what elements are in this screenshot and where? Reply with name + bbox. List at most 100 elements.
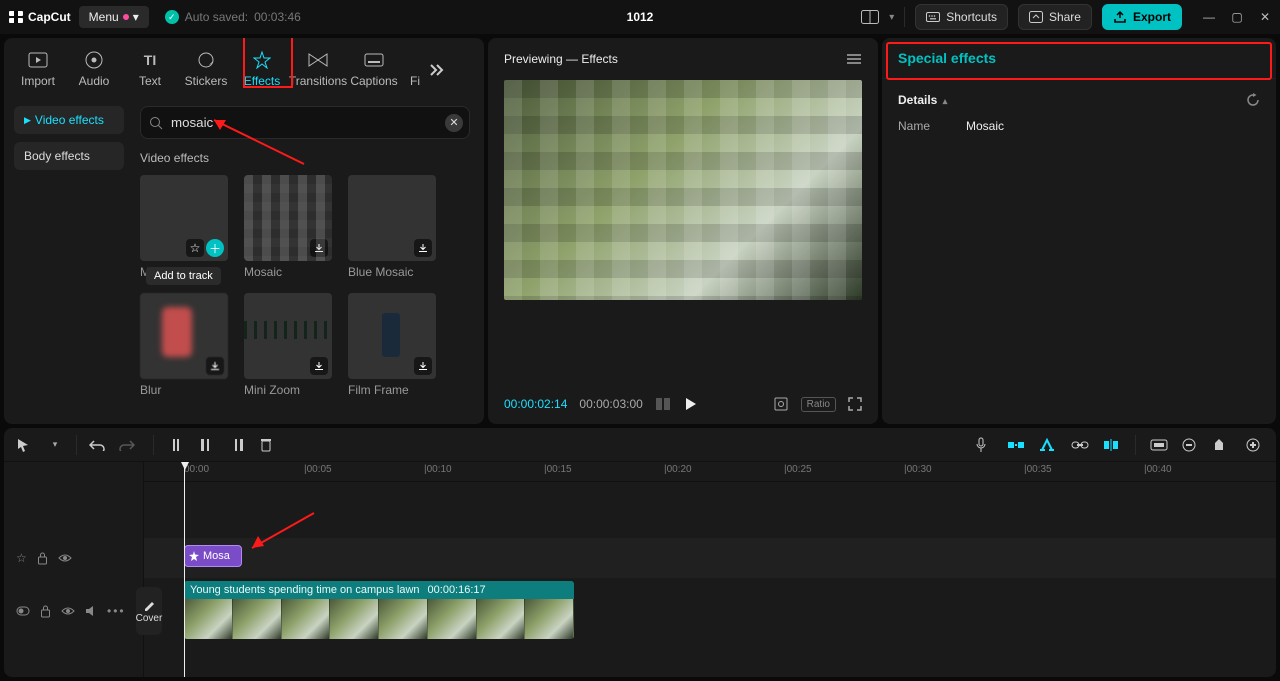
undo-button[interactable] <box>89 439 107 451</box>
auto-snap-icon[interactable] <box>1039 438 1057 452</box>
playhead[interactable] <box>184 462 185 677</box>
cursor-tool-icon[interactable] <box>16 438 34 452</box>
visibility-track-icon[interactable] <box>58 553 72 563</box>
maximize-button[interactable]: ▢ <box>1230 10 1244 24</box>
toggle-track-icon[interactable] <box>16 606 30 616</box>
effect-item-blue-mosaic[interactable]: Blue Mosaic <box>348 175 436 279</box>
ruler-tick: |00:30 <box>904 464 932 475</box>
share-icon <box>1029 11 1043 23</box>
tab-text[interactable]: TI Text <box>122 44 178 96</box>
effect-item-mini-zoom[interactable]: Mini Zoom <box>244 293 332 397</box>
tab-import[interactable]: Import <box>10 44 66 96</box>
project-title[interactable]: 1012 <box>627 10 654 24</box>
shortcuts-button[interactable]: Shortcuts <box>915 4 1008 30</box>
autosave-time: 00:03:46 <box>254 10 301 24</box>
split-button[interactable] <box>170 438 188 452</box>
close-button[interactable]: ✕ <box>1258 10 1272 24</box>
link-toggle-icon[interactable] <box>1071 440 1089 450</box>
favorite-button[interactable]: ☆ <box>186 239 204 257</box>
zoom-out-button[interactable] <box>1182 438 1200 452</box>
share-button[interactable]: Share <box>1018 4 1092 30</box>
download-button[interactable] <box>414 239 432 257</box>
mic-button[interactable] <box>975 437 993 453</box>
sidebar-item-video-effects[interactable]: ▶ Video effects <box>14 106 124 134</box>
tab-filters[interactable]: Fi <box>402 44 428 96</box>
fullscreen-icon[interactable] <box>848 397 862 411</box>
download-button[interactable] <box>310 239 328 257</box>
video-track-lane[interactable]: Young students spending time on campus l… <box>144 578 1276 644</box>
minimize-button[interactable]: — <box>1202 10 1216 24</box>
effect-item-film-frame[interactable]: Film Frame <box>348 293 436 397</box>
zoom-in-button[interactable] <box>1246 438 1264 452</box>
compare-icon[interactable] <box>655 397 671 411</box>
redo-button[interactable] <box>119 439 137 451</box>
preview-menu-button[interactable] <box>846 53 862 65</box>
layout-icon[interactable] <box>861 10 879 24</box>
tab-stickers[interactable]: Stickers <box>178 44 234 96</box>
tab-transitions[interactable]: Transitions <box>290 44 346 96</box>
zoom-slider-thumb-icon[interactable] <box>1214 438 1232 452</box>
property-value: Mosaic <box>966 119 1004 133</box>
download-button[interactable] <box>206 357 224 375</box>
inspector-panel: Special effects Details ▴ Name Mosaic <box>882 38 1276 424</box>
timeline-lanes[interactable]: 00:00 |00:05 |00:10 |00:15 |00:20 |00:25… <box>144 462 1276 677</box>
more-track-icon[interactable]: ••• <box>107 604 126 618</box>
check-icon: ✓ <box>165 10 179 24</box>
effect-item-blur[interactable]: Blur <box>140 293 228 397</box>
preview-canvas[interactable] <box>504 80 862 300</box>
track-gutter: ☆ ••• Cover <box>4 462 144 677</box>
capcut-logo-icon <box>8 9 24 25</box>
visibility-track-icon[interactable] <box>61 606 75 616</box>
effect-thumbnail <box>348 293 436 379</box>
preview-cut-icon[interactable] <box>1103 438 1121 452</box>
separator <box>153 435 154 455</box>
timeline-toolbar: ▾ <box>4 428 1276 462</box>
lock-track-icon[interactable] <box>37 552 48 565</box>
effect-thumbnail <box>244 175 332 261</box>
captions-icon <box>364 50 384 70</box>
inspector-title-text: Special effects <box>898 50 996 66</box>
tab-label: Stickers <box>185 74 228 88</box>
trim-right-button[interactable] <box>230 438 248 452</box>
favorite-track-icon[interactable]: ☆ <box>16 551 27 565</box>
clear-search-button[interactable]: ✕ <box>445 114 463 132</box>
download-button[interactable] <box>310 357 328 375</box>
tab-audio[interactable]: Audio <box>66 44 122 96</box>
fx-track-lane[interactable]: Mosa <box>144 538 1276 578</box>
download-button[interactable] <box>414 357 432 375</box>
effect-item-mosaic-2[interactable]: Mosaic <box>244 175 332 279</box>
video-track-controls: ••• Cover <box>4 578 143 644</box>
menu-button[interactable]: Menu ▾ <box>79 6 149 28</box>
effects-category-sidebar: ▶ Video effects Body effects <box>4 96 134 424</box>
sidebar-item-body-effects[interactable]: Body effects <box>14 142 124 170</box>
lock-track-icon[interactable] <box>40 605 51 618</box>
tool-dropdown-icon[interactable]: ▾ <box>46 439 64 450</box>
magnet-toggle-icon[interactable] <box>1007 439 1025 451</box>
export-button[interactable]: Export <box>1102 4 1182 30</box>
tab-effects[interactable]: Effects <box>234 44 290 96</box>
mute-track-icon[interactable] <box>85 605 97 617</box>
expand-preview-icon[interactable] <box>773 396 789 412</box>
video-clip[interactable]: Young students spending time on campus l… <box>184 581 574 639</box>
tabs-scroll-right[interactable] <box>428 63 456 77</box>
zoom-to-fit-icon[interactable] <box>1150 439 1168 451</box>
effect-item-mosaic[interactable]: ☆ ＋ Mosaic Add to track <box>140 175 228 279</box>
add-to-track-button[interactable]: ＋ <box>206 239 224 257</box>
caret-up-icon: ▴ <box>943 96 948 106</box>
chevron-down-icon[interactable]: ▾ <box>889 12 894 23</box>
delete-button[interactable] <box>260 438 278 452</box>
effects-search-input[interactable] <box>140 106 470 139</box>
reset-button[interactable] <box>1246 93 1260 107</box>
effect-thumbnail: ☆ ＋ <box>140 175 228 261</box>
ratio-button[interactable]: Ratio <box>801 397 836 412</box>
details-label[interactable]: Details ▴ <box>898 93 947 107</box>
fx-clip-mosaic[interactable]: Mosa <box>184 545 242 567</box>
play-button[interactable] <box>683 397 697 411</box>
separator <box>904 7 905 27</box>
shortcuts-label: Shortcuts <box>946 10 997 24</box>
clip-thumbnails <box>184 599 574 639</box>
trim-left-button[interactable] <box>200 438 218 452</box>
tab-label: Text <box>139 74 161 88</box>
timeline-ruler[interactable]: 00:00 |00:05 |00:10 |00:15 |00:20 |00:25… <box>144 462 1276 482</box>
tab-captions[interactable]: Captions <box>346 44 402 96</box>
